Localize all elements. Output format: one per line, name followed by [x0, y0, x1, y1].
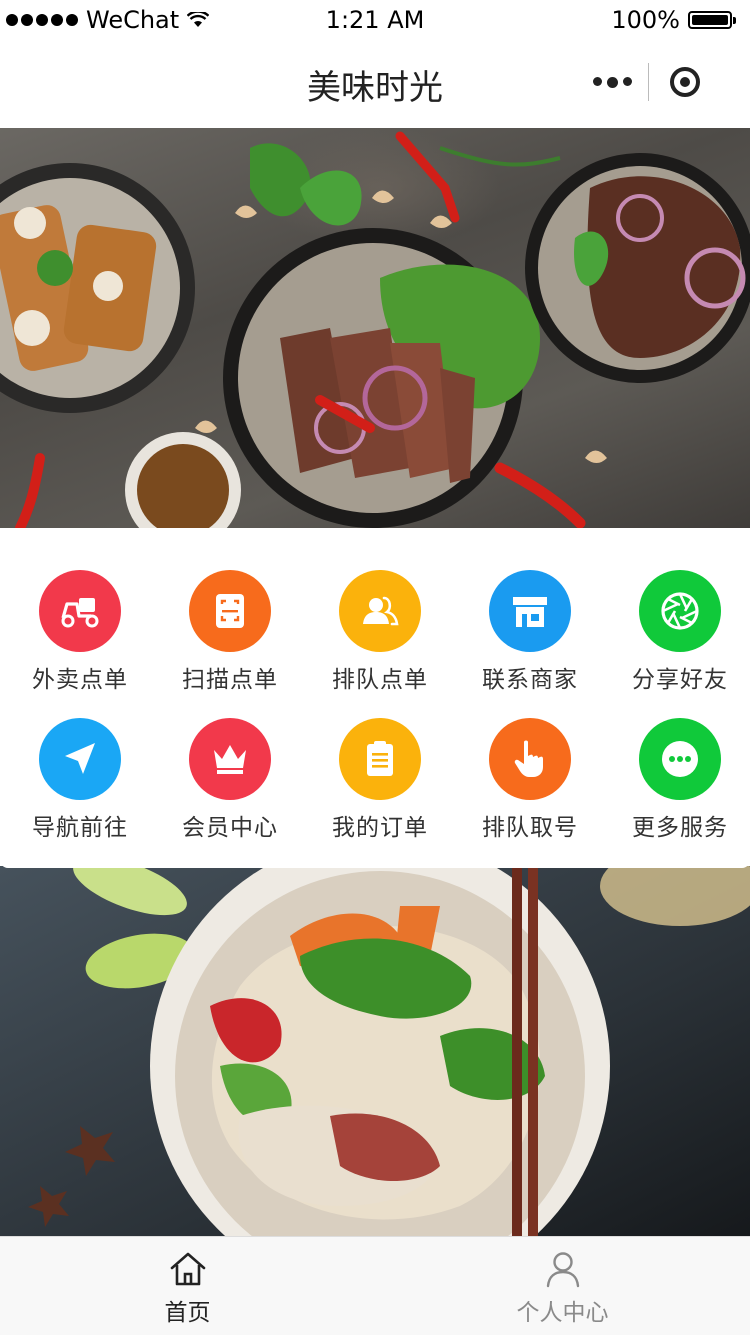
noodle-bowl-illustration — [0, 866, 750, 1236]
menu-item-clipboard[interactable]: 我的订单 — [305, 718, 455, 842]
tab-bar: 首页 个人中心 — [0, 1236, 750, 1335]
menu-item-label: 外卖点单 — [32, 667, 128, 693]
navigation-icon — [39, 718, 121, 800]
nav-bar: 美味时光 — [0, 42, 750, 128]
battery-percent: 100% — [611, 6, 680, 34]
capsule-menu — [576, 60, 722, 104]
scooter-icon — [39, 570, 121, 652]
banner-image-top[interactable] — [0, 128, 750, 528]
battery-icon — [688, 11, 736, 29]
menu-item-navigation[interactable]: 导航前往 — [5, 718, 155, 842]
status-right: 100% — [611, 6, 736, 34]
menu-item-label: 分享好友 — [632, 667, 728, 693]
close-miniprogram-icon[interactable] — [649, 67, 721, 97]
menu-item-scooter[interactable]: 外卖点单 — [5, 570, 155, 694]
tab-home[interactable]: 首页 — [0, 1237, 375, 1335]
clipboard-icon — [339, 718, 421, 800]
status-bar: WeChat 1:21 AM 100% — [0, 0, 750, 42]
user-icon — [546, 1252, 579, 1288]
menu-item-label: 排队点单 — [332, 667, 428, 693]
menu-item-crown[interactable]: 会员中心 — [155, 718, 305, 842]
tab-profile[interactable]: 个人中心 — [375, 1237, 750, 1335]
tab-home-label: 首页 — [164, 1300, 211, 1326]
store-icon — [489, 570, 571, 652]
scan-icon — [189, 570, 271, 652]
menu-item-label: 我的订单 — [332, 815, 428, 841]
menu-item-label: 更多服务 — [632, 815, 728, 841]
menu-item-label: 联系商家 — [482, 667, 578, 693]
hand-pointer-icon — [489, 718, 571, 800]
banner-image-bottom[interactable] — [0, 866, 750, 1236]
crown-icon — [189, 718, 271, 800]
menu-item-label: 排队取号 — [482, 815, 578, 841]
menu-item-label: 扫描点单 — [182, 667, 278, 693]
service-menu: 外卖点单 扫描点单 排队点单 联系商家 分享好友导航前往 会员中心 我的订单 排队取号 更多服务 — [0, 528, 750, 868]
more-icon[interactable] — [576, 76, 648, 88]
menu-item-label: 会员中心 — [182, 815, 278, 841]
users-icon — [339, 570, 421, 652]
menu-item-scan[interactable]: 扫描点单 — [155, 570, 305, 694]
menu-item-hand-pointer[interactable]: 排队取号 — [455, 718, 605, 842]
home-icon — [170, 1252, 205, 1286]
menu-item-users[interactable]: 排队点单 — [305, 570, 455, 694]
menu-item-aperture[interactable]: 分享好友 — [605, 570, 750, 694]
tab-profile-label: 个人中心 — [516, 1300, 609, 1326]
menu-item-label: 导航前往 — [32, 815, 128, 841]
menu-item-store[interactable]: 联系商家 — [455, 570, 605, 694]
menu-item-more-chat[interactable]: 更多服务 — [605, 718, 750, 842]
food-plates-illustration — [0, 131, 750, 528]
more-chat-icon — [639, 718, 721, 800]
aperture-icon — [639, 570, 721, 652]
